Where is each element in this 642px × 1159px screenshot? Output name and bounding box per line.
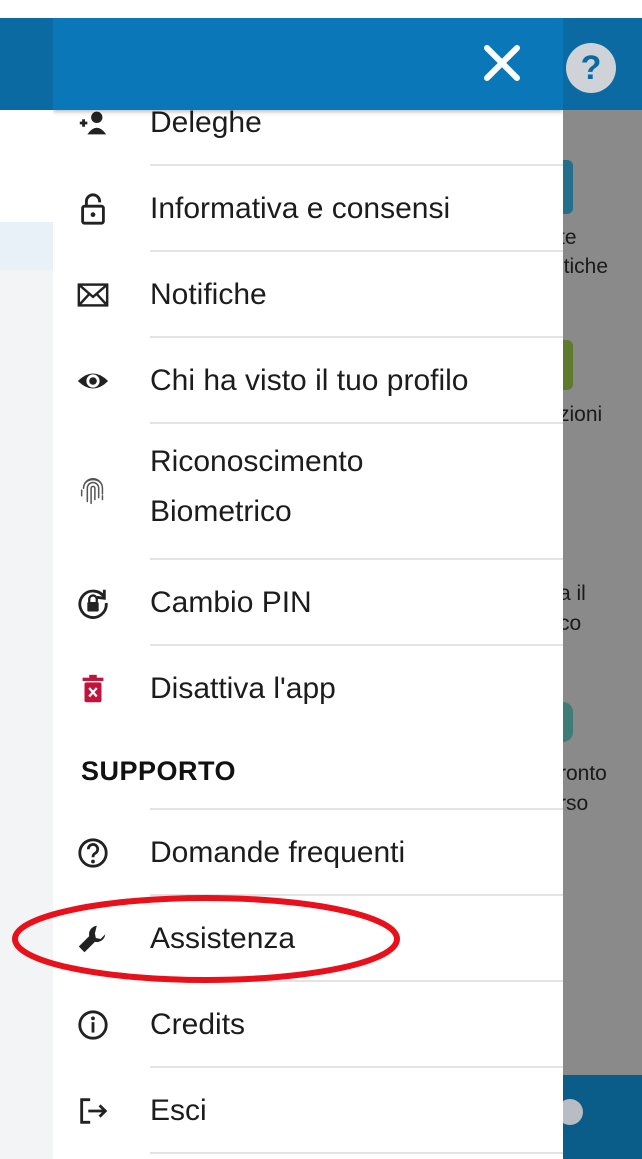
- lock-icon: [75, 191, 111, 227]
- background-tile: [563, 702, 573, 742]
- menu-item-label: Chi ha visto il tuo profilo: [150, 363, 469, 397]
- background-text: a il: [559, 582, 586, 605]
- eye-icon: [75, 363, 111, 399]
- background-text: rso: [559, 792, 589, 815]
- divider: [150, 1152, 563, 1154]
- menu-item-label: Esci: [150, 1093, 207, 1127]
- menu-item-credits[interactable]: Credits: [53, 982, 563, 1068]
- close-icon: [484, 45, 520, 81]
- drawer-header: [53, 18, 563, 110]
- wrench-icon: [75, 921, 111, 957]
- background-bottom-bar: [557, 1075, 642, 1159]
- menu-item-label: Riconoscimento: [150, 445, 364, 478]
- drawer-menu: Deleghe Informativa e consensi Notifiche…: [53, 80, 563, 1154]
- question-circle-icon: [75, 835, 111, 871]
- info-icon: [75, 1007, 111, 1043]
- menu-item-label: Assistenza: [150, 921, 296, 955]
- menu-item-profile-views[interactable]: Chi ha visto il tuo profilo: [53, 338, 563, 424]
- envelope-icon: [75, 277, 111, 313]
- background-text: zioni: [559, 403, 603, 426]
- close-button[interactable]: [479, 40, 525, 86]
- section-title: SUPPORTO: [81, 756, 237, 786]
- menu-item-faq[interactable]: Domande frequenti: [53, 810, 563, 896]
- help-icon: ?: [580, 48, 602, 87]
- background-text: itiche: [559, 255, 609, 278]
- menu-item-label: Informativa e consensi: [150, 191, 451, 225]
- menu-item-change-pin[interactable]: Cambio PIN: [53, 560, 563, 646]
- menu-item-biometric[interactable]: Riconoscimento Biometrico: [53, 424, 563, 560]
- menu-item-logout[interactable]: Esci: [53, 1068, 563, 1154]
- menu-item-label: Credits: [150, 1007, 246, 1041]
- menu-item-notifiche[interactable]: Notifiche: [53, 252, 563, 338]
- fingerprint-icon: [75, 474, 111, 510]
- menu-item-label-line2: Biometrico: [150, 495, 292, 528]
- help-button[interactable]: ?: [566, 43, 616, 93]
- background-tile: [563, 160, 573, 214]
- menu-item-informativa[interactable]: Informativa e consensi: [53, 166, 563, 252]
- navigation-drawer: Deleghe Informativa e consensi Notifiche…: [53, 18, 563, 1159]
- logout-icon: [75, 1093, 111, 1129]
- trash-icon: [75, 671, 111, 707]
- background-scrim: te itiche zioni a il co ronto rso: [559, 110, 642, 1159]
- menu-item-label: Cambio PIN: [150, 585, 312, 619]
- background-tile: [563, 340, 573, 390]
- pin-change-icon: [75, 585, 111, 621]
- menu-item-label: Notifiche: [150, 277, 267, 311]
- section-support: SUPPORTO: [53, 732, 563, 810]
- menu-item-assistenza[interactable]: Assistenza: [53, 896, 563, 982]
- delegation-icon: [75, 105, 111, 141]
- background-text: ronto: [559, 762, 607, 785]
- menu-item-label: Disattiva l'app: [150, 671, 336, 705]
- menu-item-deactivate[interactable]: Disattiva l'app: [53, 646, 563, 732]
- menu-item-label: Domande frequenti: [150, 835, 406, 869]
